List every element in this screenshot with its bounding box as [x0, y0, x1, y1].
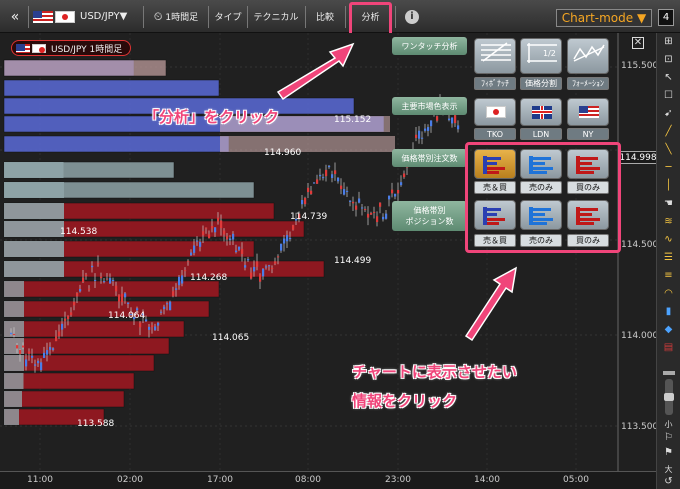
zoom-icon[interactable]: ⊡ [661, 53, 676, 66]
eraser-icon[interactable]: ◆ [661, 323, 676, 336]
fibonacci-lines-icon[interactable]: ☰ [661, 251, 676, 264]
refresh-icon[interactable]: ↺ [661, 475, 676, 488]
time-label: 17:00 [207, 475, 233, 485]
select-icon[interactable]: ☐ [661, 89, 676, 102]
zoom-slider-handle[interactable] [664, 393, 674, 401]
wave-icon[interactable]: ∿ [661, 233, 676, 246]
crosshair-icon[interactable]: ⊞ [661, 35, 676, 48]
zoom-slider[interactable] [665, 379, 673, 415]
time-label: 05:00 [563, 475, 589, 485]
zoom-slider-track-top [663, 371, 675, 375]
click-info-callout-line2: 情報をクリック [352, 390, 457, 411]
color-palette-icon[interactable]: ▤ [661, 341, 676, 354]
click-info-callout-line1: チャートに表示させたい [352, 361, 517, 382]
arrow-to-analysis [278, 44, 353, 99]
cursor-icon[interactable]: ➹ [661, 107, 676, 120]
time-axis: 11:00 02:00 17:00 08:00 23:00 14:00 05:0… [0, 471, 656, 489]
time-label: 23:00 [385, 475, 411, 485]
channel-icon[interactable]: ≋ [661, 215, 676, 228]
time-label: 02:00 [117, 475, 143, 485]
arc-icon[interactable]: ◠ [661, 287, 676, 300]
horizontal-line-icon[interactable]: ─ [661, 161, 676, 174]
fan-icon[interactable]: ≡ [661, 269, 676, 282]
flag-icon[interactable]: ⚑ [661, 446, 676, 459]
zoom-small-label: 小 [661, 418, 676, 431]
time-label: 14:00 [474, 475, 500, 485]
trend-line-icon[interactable]: ╱ [661, 125, 676, 138]
time-label: 11:00 [27, 475, 53, 485]
arrow-to-panel [466, 268, 516, 340]
drawing-toolbar: ⊞ ⊡ ↖ ☐ ➹ ╱ ╲ ─ │ ☚ ≋ ∿ ☰ ≡ ◠ ▮ ◆ ▤ 小 ⚐ … [656, 33, 680, 489]
bookmark-icon[interactable]: ⚐ [661, 431, 676, 444]
rectangle-icon[interactable]: ▮ [661, 305, 676, 318]
click-analysis-callout: 「分析」をクリック [144, 106, 279, 127]
hand-icon[interactable]: ☚ [661, 197, 676, 210]
ray-line-icon[interactable]: ╲ [661, 143, 676, 156]
time-label: 08:00 [295, 475, 321, 485]
vertical-line-icon[interactable]: │ [661, 179, 676, 192]
pointer-icon[interactable]: ↖ [661, 71, 676, 84]
callout-arrows [0, 0, 680, 489]
